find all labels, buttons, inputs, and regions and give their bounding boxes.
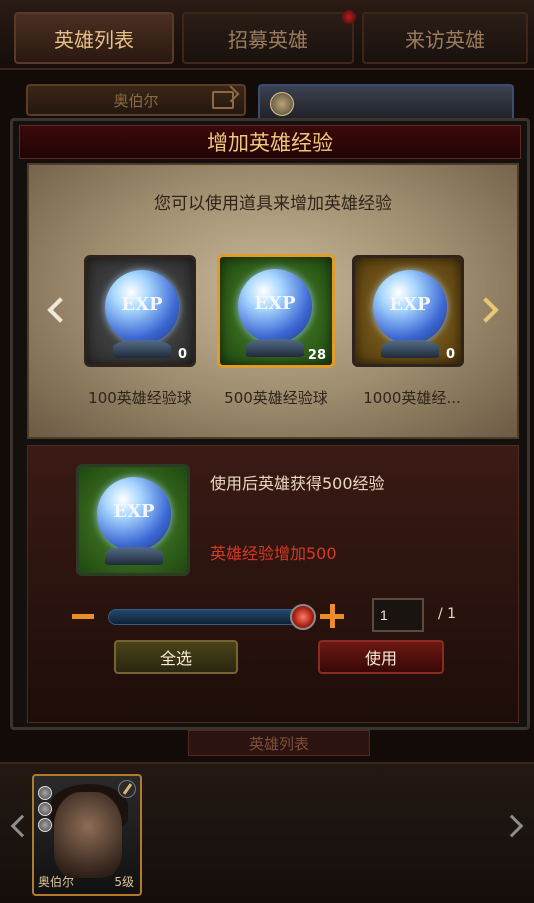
item-name-500: 500英雄经验球 xyxy=(224,389,328,407)
item-description: 使用后英雄获得500经验 xyxy=(210,474,385,493)
hero-card-name: 奥伯尔 xyxy=(38,875,75,889)
item-next-arrow-icon[interactable] xyxy=(473,297,499,323)
quantity-slider: / 1 xyxy=(72,598,482,636)
selected-item-icon: EXP xyxy=(76,464,190,576)
exp-orb-icon: EXP xyxy=(97,477,171,551)
exp-orb-label: EXP xyxy=(389,294,431,315)
orb-stand-icon xyxy=(246,339,304,357)
orb-stand-icon xyxy=(113,340,171,358)
add-hero-exp-dialog: 增加英雄经验 您可以使用道具来增加英雄经验 EXP 0 EXP 28 EXP 0 xyxy=(10,118,530,730)
hero-portrait xyxy=(54,792,122,878)
skill-icon xyxy=(38,802,52,816)
slider-track[interactable] xyxy=(108,609,306,625)
exp-orb-icon: EXP xyxy=(238,269,312,343)
exp-item-1000[interactable]: EXP 0 xyxy=(352,255,464,367)
top-tab-bar: 英雄列表 招募英雄 来访英雄 xyxy=(0,0,534,70)
sword-icon xyxy=(118,780,136,798)
exp-orb-label: EXP xyxy=(254,293,296,314)
quantity-max: / 1 xyxy=(438,606,457,622)
item-count: 28 xyxy=(307,348,326,363)
tab-recruit-hero[interactable]: 招募英雄 xyxy=(182,12,354,64)
tab-hero-list[interactable]: 英雄列表 xyxy=(14,12,174,64)
slider-handle[interactable] xyxy=(290,604,316,630)
hero-card-level: 5级 xyxy=(114,875,134,889)
item-prev-arrow-icon[interactable] xyxy=(47,297,73,323)
skill-icon xyxy=(38,818,52,832)
item-count: 0 xyxy=(177,347,187,362)
exp-orb-label: EXP xyxy=(121,294,163,315)
orb-stand-icon xyxy=(381,340,439,358)
orb-stand-icon xyxy=(105,547,163,565)
exp-orb-icon: EXP xyxy=(373,270,447,344)
select-all-button[interactable]: 全选 xyxy=(114,640,238,674)
use-button[interactable]: 使用 xyxy=(318,640,444,674)
item-name-100: 100英雄经验球 xyxy=(88,389,192,407)
item-count: 0 xyxy=(445,347,455,362)
plus-icon[interactable] xyxy=(320,604,344,628)
hero-card[interactable]: 奥伯尔 5级 xyxy=(32,774,142,896)
minus-icon[interactable] xyxy=(72,614,94,619)
exp-orb-icon: EXP xyxy=(105,270,179,344)
background-hero-name: 奥伯尔 xyxy=(113,91,159,110)
tab-visit-hero[interactable]: 来访英雄 xyxy=(362,12,528,64)
exp-item-500[interactable]: EXP 28 xyxy=(217,254,335,368)
exp-item-100[interactable]: EXP 0 xyxy=(84,255,196,367)
notification-dot xyxy=(342,10,356,24)
item-detail-panel: EXP 使用后英雄获得500经验 英雄经验增加500 / 1 全选 使用 xyxy=(27,445,519,723)
dialog-title: 增加英雄经验 xyxy=(207,131,333,155)
skill-icon xyxy=(38,786,52,800)
background-hero-name-bar: 奥伯尔 xyxy=(26,84,246,116)
instruction-text: 您可以使用道具来增加英雄经验 xyxy=(154,194,392,214)
share-icon xyxy=(212,91,234,109)
dialog-title-bar: 增加英雄经验 xyxy=(19,125,521,159)
hero-skill-icons xyxy=(38,786,54,834)
background-hero-list-label: 英雄列表 xyxy=(188,730,370,756)
quantity-input[interactable] xyxy=(372,598,424,632)
exp-orb-label: EXP xyxy=(113,501,155,522)
item-name-1000: 1000英雄经... xyxy=(363,389,461,407)
exp-gain-text: 英雄经验增加500 xyxy=(210,544,337,563)
rank-badge-icon xyxy=(270,92,294,116)
item-selection-panel: 您可以使用道具来增加英雄经验 EXP 0 EXP 28 EXP 0 100英雄经… xyxy=(27,163,519,439)
